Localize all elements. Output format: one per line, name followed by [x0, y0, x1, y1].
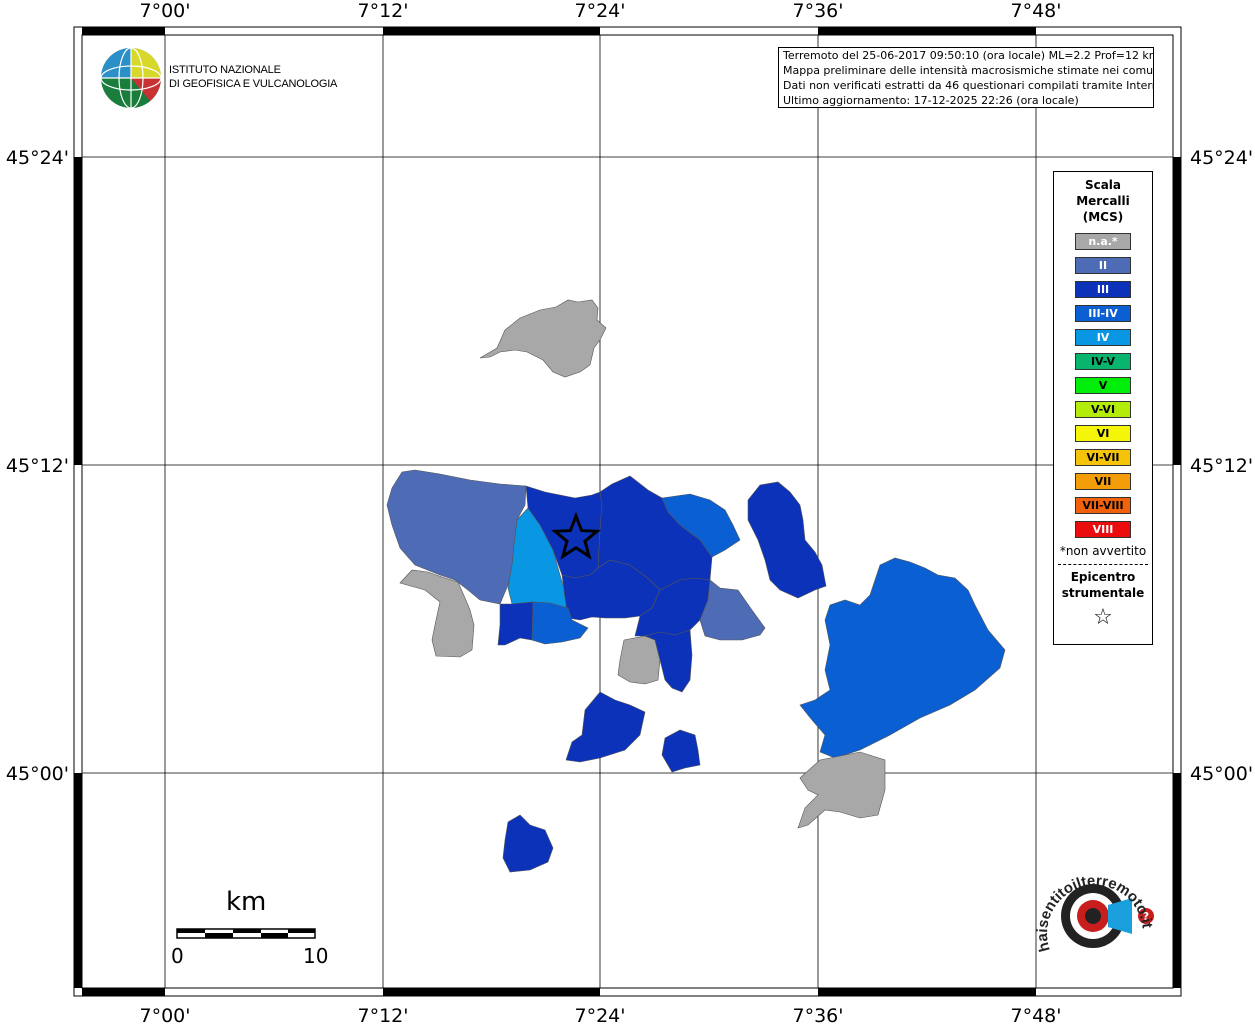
municipality-na-south [617, 635, 661, 685]
scale-bar-unit: km [226, 887, 267, 917]
legend-epicenter-label: Epicentro strumentale [1054, 569, 1152, 601]
legend-swatch: IV [1075, 329, 1131, 346]
legend-star-icon: ☆ [1093, 605, 1113, 630]
longitude-labels-top: 7°00' 7°12' 7°24' 7°36' 7°48' [140, 0, 1062, 22]
lon-label-bottom-3: 7°36' [793, 1005, 844, 1024]
lon-label-top-1: 7°12' [358, 0, 409, 22]
ingv-logo-text: ISTITUTO NAZIONALE DI GEOFISICA E VULCAN… [169, 63, 337, 91]
info-line-1: Terremoto del 25-06-2017 09:50:10 (ora l… [783, 49, 1154, 62]
lat-label-left-1: 45°12' [6, 455, 69, 477]
lon-label-top-2: 7°24' [575, 0, 626, 22]
legend-title: Scala Mercalli (MCS) [1054, 177, 1152, 225]
lon-label-bottom-4: 7°48' [1011, 1005, 1062, 1024]
legend-swatches: n.a.* II III III-IV IV IV-V V V-VI VI VI-VII VII VI… [1054, 233, 1152, 538]
legend: Scala Mercalli (MCS) n.a.* II III III-IV IV I… [1053, 171, 1153, 645]
legend-epicenter-line-2: strumentale [1061, 586, 1145, 600]
info-box: Terremoto del 25-06-2017 09:50:10 (ora l… [778, 47, 1154, 108]
lon-label-top-0: 7°00' [140, 0, 191, 22]
legend-swatch: VII-VIII [1075, 497, 1131, 514]
legend-swatch: VIII [1075, 521, 1131, 538]
info-line-4: Ultimo aggiornamento: 17-12-2025 22:26 (… [783, 94, 1079, 107]
legend-swatch: n.a.* [1075, 233, 1131, 250]
legend-swatch: IV-V [1075, 353, 1131, 370]
scale-bar [176, 928, 316, 939]
legend-note: *non avvertito [1059, 544, 1147, 558]
legend-title-line-1: Scala [1084, 178, 1122, 192]
ingv-line-1: ISTITUTO NAZIONALE [169, 64, 281, 76]
lon-label-bottom-1: 7°12' [358, 1005, 409, 1024]
lat-label-right-0: 45°24' [1190, 147, 1253, 169]
legend-epicenter-line-1: Epicentro [1070, 570, 1136, 584]
lon-label-bottom-2: 7°24' [575, 1005, 626, 1024]
lon-label-top-4: 7°48' [1011, 0, 1062, 22]
info-line-3: Dati non verificati estratti da 46 quest… [783, 79, 1154, 92]
lat-label-right-1: 45°12' [1190, 455, 1253, 477]
info-line-2: Mappa preliminare delle intensità macros… [783, 64, 1154, 77]
legend-swatch: VII [1075, 473, 1131, 490]
lon-label-top-3: 7°36' [793, 0, 844, 22]
legend-swatch: VI-VII [1075, 449, 1131, 466]
ingv-line-2: DI GEOFISICA E VULCANOLOGIA [169, 78, 338, 90]
longitude-labels-bottom: 7°00' 7°12' 7°24' 7°36' 7°48' [140, 1005, 1062, 1024]
scale-bar-end: 10 [303, 944, 329, 968]
legend-swatch: V [1075, 377, 1131, 394]
lat-label-left-0: 45°24' [6, 147, 69, 169]
legend-title-line-2: Mercalli [1076, 194, 1130, 208]
latitude-labels-left: 45°24' 45°12' 45°00' [6, 147, 69, 785]
legend-swatch: V-VI [1075, 401, 1131, 418]
legend-separator [1058, 564, 1148, 565]
legend-swatch: VI [1075, 425, 1131, 442]
ingv-logo-icon [100, 47, 162, 109]
scale-bar-start: 0 [171, 944, 184, 968]
lat-label-right-2: 45°00' [1190, 763, 1253, 785]
lon-label-bottom-0: 7°00' [140, 1005, 191, 1024]
legend-swatch: III [1075, 281, 1131, 298]
lat-label-left-2: 45°00' [6, 763, 69, 785]
legend-swatch: III-IV [1075, 305, 1131, 322]
legend-title-line-3: (MCS) [1082, 210, 1124, 224]
latitude-labels-right: 45°24' 45°12' 45°00' [1190, 147, 1253, 785]
legend-swatch: II [1075, 257, 1131, 274]
municipality-iii-sw [497, 601, 534, 646]
